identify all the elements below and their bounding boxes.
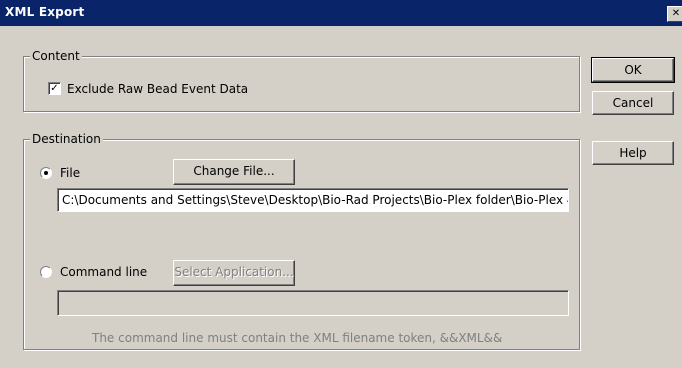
change-file-button[interactable]: Change File... (173, 159, 295, 185)
help-button[interactable]: Help (592, 141, 674, 165)
file-radio-label[interactable]: File (60, 166, 80, 180)
content-group: Content ✓ Exclude Raw Bead Event Data (23, 49, 580, 112)
file-path-field[interactable]: C:\Documents and Settings\Steve\Desktop\… (57, 188, 569, 212)
destination-legend: Destination (30, 132, 103, 146)
window-title: XML Export (5, 5, 85, 19)
close-icon[interactable]: ✕ (667, 6, 682, 22)
command-line-note: The command line must contain the XML fi… (92, 331, 503, 345)
title-bar: XML Export ✕ (0, 0, 682, 26)
destination-group: Destination File Change File... C:\Docum… (23, 132, 580, 350)
exclude-raw-bead-label[interactable]: Exclude Raw Bead Event Data (67, 82, 248, 96)
cancel-button[interactable]: Cancel (592, 91, 674, 115)
content-legend: Content (30, 49, 82, 63)
command-line-field[interactable] (57, 290, 569, 316)
command-line-radio[interactable] (40, 266, 52, 278)
file-radio[interactable] (40, 167, 52, 179)
exclude-raw-bead-checkbox[interactable]: ✓ (48, 82, 61, 95)
ok-button[interactable]: OK (591, 57, 675, 83)
command-line-label[interactable]: Command line (60, 265, 147, 279)
select-application-button[interactable]: Select Application... (173, 260, 295, 286)
